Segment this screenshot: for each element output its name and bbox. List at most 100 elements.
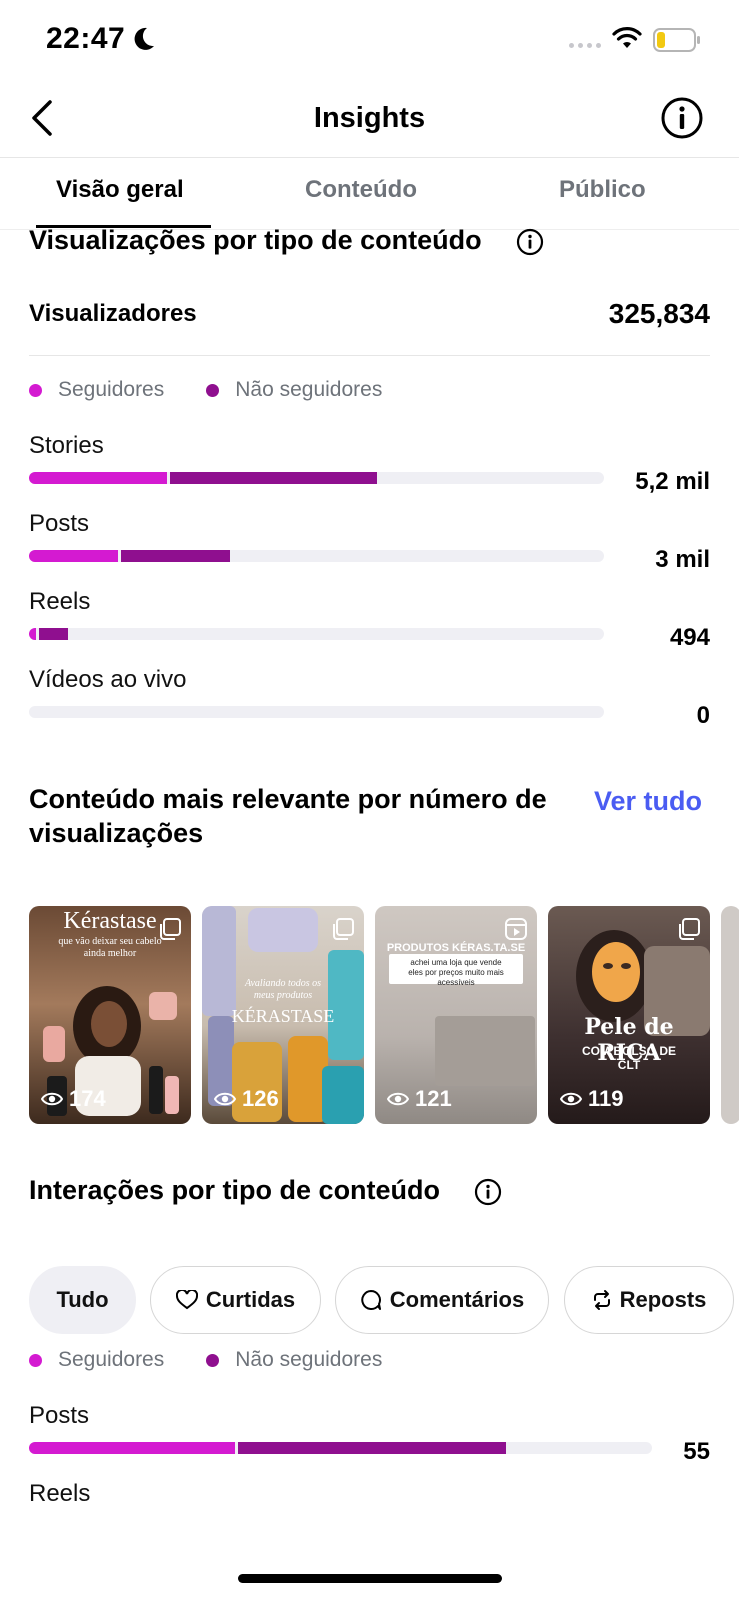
view-count: 121 — [387, 1086, 452, 1112]
filter-comments-pill[interactable]: Comentários — [335, 1266, 549, 1334]
thumbnail-brand-text: KÉRASTASE — [231, 1006, 335, 1026]
top-content-item[interactable]: Avaliando todos os meus produtos KÉRASTA… — [202, 906, 364, 1124]
status-time: 22:47 — [46, 22, 126, 55]
view-count-value: 174 — [69, 1086, 106, 1111]
bar-label: Posts — [29, 1402, 90, 1429]
thumbnail-overlay-text: PRODUTOS KÉRAS.TA.SE — [386, 942, 526, 954]
cellular-signal-icon — [569, 43, 601, 48]
thumbnail-caption: achei uma loja que vende eles por preços… — [408, 958, 504, 987]
legend-followers-label: Seguidores — [58, 1348, 165, 1371]
legend-non-followers-label: Não seguidores — [235, 1348, 383, 1371]
filter-label: Comentários — [389, 1287, 525, 1312]
eye-icon — [387, 1092, 409, 1106]
followers-bar — [29, 472, 167, 484]
tab-overview[interactable]: Visão geral — [56, 176, 184, 204]
battery-icon — [653, 28, 700, 52]
non-followers-bar — [238, 1442, 506, 1454]
repost-icon — [593, 1290, 610, 1310]
bar-value: 3 mil — [655, 546, 710, 573]
legend-followers-label: Seguidores — [58, 378, 165, 401]
non-followers-bar — [121, 550, 230, 562]
bar-value: 5,2 mil — [635, 468, 710, 495]
legend-followers: Seguidores — [29, 1348, 164, 1372]
interactions-bar-row: Posts 55 — [29, 1402, 710, 1474]
eye-icon — [214, 1092, 236, 1106]
info-button[interactable] — [660, 96, 704, 140]
bar-value: 494 — [669, 624, 710, 651]
viewers-label: Visualizadores — [29, 300, 197, 327]
viewers-row: Visualizadores 325,834 — [29, 296, 710, 356]
viewers-value: 325,834 — [608, 298, 710, 329]
bar-label: Stories — [29, 432, 104, 459]
interactions-legend: Seguidores Não seguidores — [29, 1348, 424, 1372]
view-count: 126 — [214, 1086, 279, 1112]
bar-track — [29, 550, 604, 562]
view-count-value: 119 — [588, 1086, 624, 1111]
top-content-item[interactable]: PRODUTOS KÉRAS.TA.SE achei uma loja que … — [375, 906, 537, 1124]
thumbnail-overlay-text: Avaliando todos os meus produtos — [244, 978, 322, 1001]
page-title: Insights — [313, 102, 426, 134]
view-count: 119 — [560, 1086, 624, 1112]
carousel-icon — [679, 918, 700, 940]
top-content-item[interactable]: Pele de RICA COM BOLSO DE CLT 119 — [548, 906, 710, 1124]
nav-bar: Insights — [0, 80, 739, 158]
thumbnail-caption: COM BOLSO DE CLT — [581, 1044, 676, 1072]
legend-non-followers: Não seguidores — [206, 1348, 382, 1372]
top-content-item[interactable]: Kérastase que vão deixar seu cabelo aind… — [29, 906, 191, 1124]
views-bar-row: Vídeos ao vivo 0 — [29, 666, 710, 738]
carousel-icon — [160, 918, 181, 940]
top-content-carousel[interactable]: Kérastase que vão deixar seu cabelo aind… — [29, 906, 739, 1126]
legend-non-followers: Não seguidores — [206, 378, 382, 402]
followers-bar — [29, 550, 118, 562]
followers-dot — [29, 1353, 42, 1367]
non-followers-dot — [206, 383, 220, 397]
non-followers-dot — [206, 1353, 220, 1367]
views-info-icon[interactable] — [516, 228, 544, 256]
view-count-value: 126 — [242, 1086, 279, 1111]
filter-label: Curtidas — [205, 1287, 296, 1312]
bar-track — [29, 472, 604, 484]
bar-track — [29, 1442, 652, 1454]
legend-non-followers-label: Não seguidores — [235, 378, 383, 401]
non-followers-bar — [170, 472, 377, 484]
view-count: 174 — [41, 1086, 106, 1112]
filter-label: Tudo — [56, 1287, 109, 1312]
views-legend: Seguidores Não seguidores — [29, 378, 424, 402]
interactions-section-title: Interações por tipo de conteúdo — [29, 1175, 441, 1205]
views-bar-row: Stories 5,2 mil — [29, 432, 710, 504]
reels-icon — [505, 918, 527, 940]
eye-icon — [41, 1092, 63, 1106]
interactions-info-icon[interactable] — [474, 1178, 502, 1206]
bar-value: 55 — [683, 1438, 710, 1465]
non-followers-bar — [39, 628, 68, 640]
wifi-icon — [612, 27, 642, 48]
eye-icon — [560, 1092, 582, 1106]
followers-bar — [29, 628, 36, 640]
followers-bar — [29, 1442, 235, 1454]
bar-track — [29, 706, 604, 718]
filter-likes-pill[interactable]: Curtidas — [150, 1266, 321, 1334]
top-content-title: Conteúdo mais relevante por número de vi… — [29, 784, 547, 848]
filter-label: Reposts — [619, 1287, 707, 1312]
views-bar-row: Posts 3 mil — [29, 510, 710, 582]
see-all-link[interactable]: Ver tudo — [594, 786, 702, 817]
tab-bar: Visão geral Conteúdo Público — [0, 158, 739, 230]
tab-audience[interactable]: Público — [559, 176, 646, 204]
views-bar-row: Reels 494 — [29, 588, 710, 660]
filter-reposts-pill[interactable]: Reposts — [564, 1266, 734, 1334]
bar-label: Reels — [29, 1480, 91, 1507]
heart-icon — [175, 1290, 198, 1310]
bar-label: Reels — [29, 588, 91, 615]
legend-followers: Seguidores — [29, 378, 164, 402]
bar-value: 0 — [696, 702, 710, 729]
bar-track — [29, 628, 604, 640]
moon-icon — [134, 27, 154, 50]
filter-all-pill[interactable]: Tudo — [29, 1266, 136, 1334]
comment-icon — [361, 1290, 381, 1310]
carousel-icon — [333, 918, 354, 940]
bar-label: Posts — [29, 510, 90, 537]
tab-content[interactable]: Conteúdo — [305, 176, 417, 204]
top-content-item-partial[interactable] — [721, 906, 739, 1124]
status-bar: 22:47 — [0, 0, 739, 80]
interactions-bar-row: Reels — [29, 1480, 710, 1520]
